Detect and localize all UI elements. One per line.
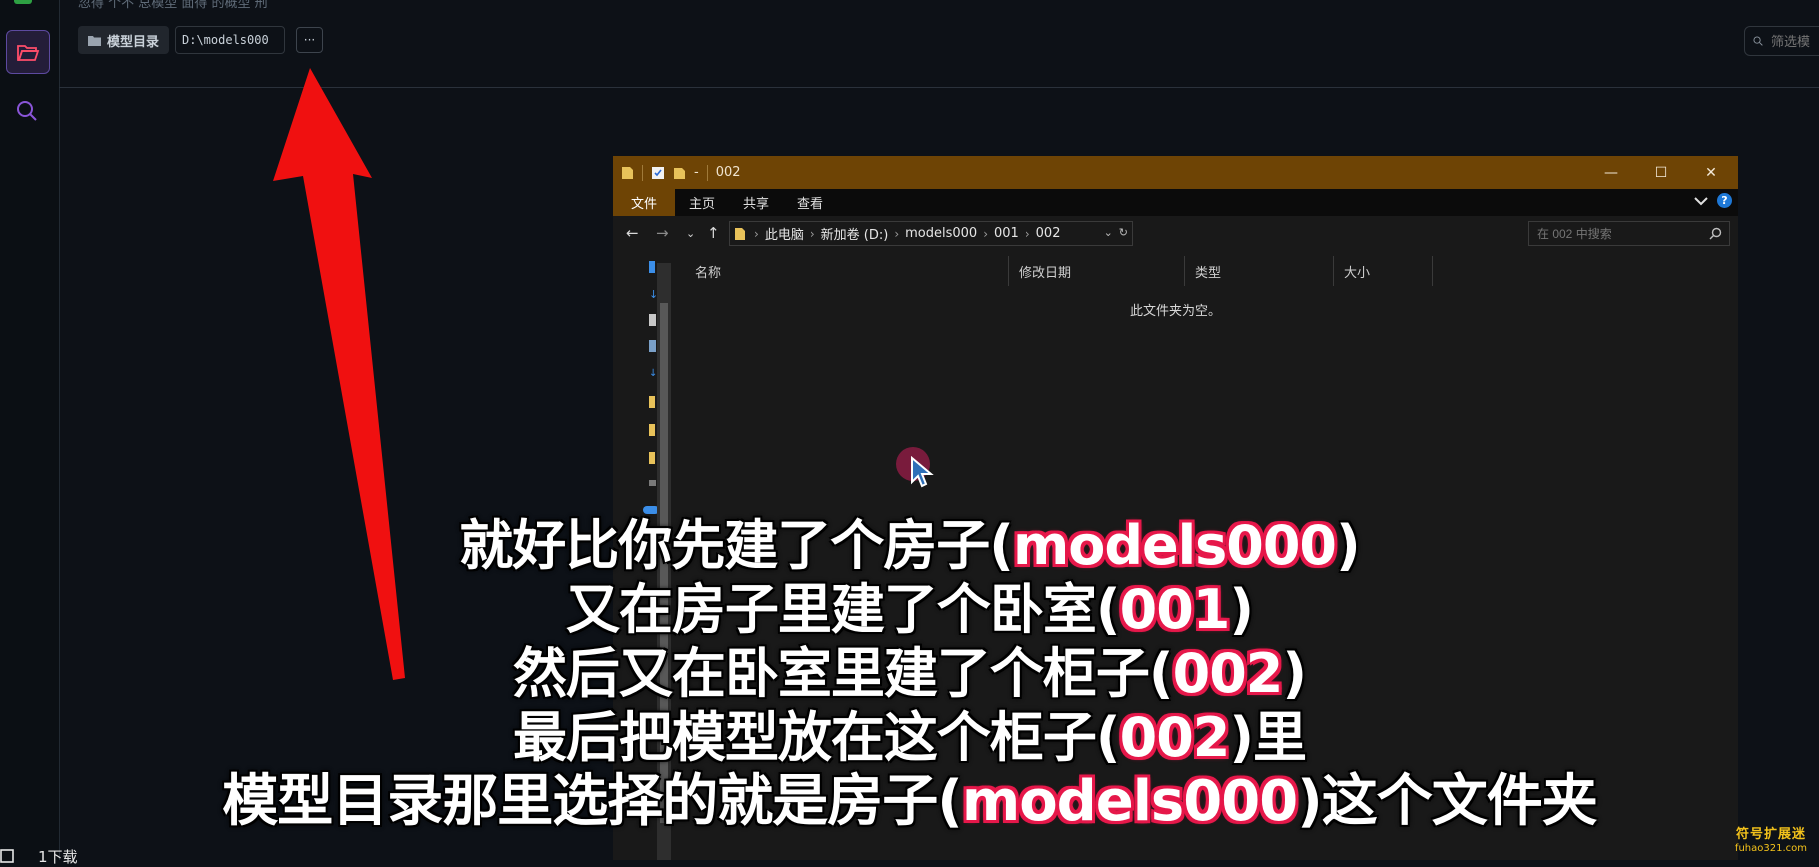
breadcrumb-this-pc[interactable]: 此电脑 [765, 224, 804, 243]
subtitle-highlight: models000 [962, 769, 1297, 834]
subtitle-highlight: 002 [1120, 706, 1230, 769]
bottom-status: 1下载 [0, 846, 78, 867]
subtitle-highlight: 001 [1120, 578, 1230, 641]
subtitle-text: 又在房子里建了个卧室( [566, 578, 1120, 641]
cursor-icon [910, 456, 936, 490]
folder-icon [88, 35, 101, 46]
subtitle-text: 然后又在卧室里建了个柜子( [513, 642, 1173, 705]
subtitle-text: ) [1336, 514, 1360, 577]
properties-icon[interactable] [651, 166, 665, 180]
subtitle-text: )这个文件夹 [1297, 769, 1597, 834]
watermark: 符号扩展迷 fuhao321.com [1735, 828, 1807, 856]
filter-search-box[interactable] [1744, 26, 1819, 56]
close-button[interactable]: ✕ [1686, 156, 1736, 189]
empty-folder-message: 此文件夹为空。 [613, 300, 1738, 319]
quick-access-toolbar: - [621, 165, 708, 181]
top-hint-text: 忽得 个不 总模型 面得 的概型 刑 [78, 0, 268, 11]
tab-home[interactable]: 主页 [675, 189, 729, 216]
column-size[interactable]: 大小 [1334, 256, 1433, 286]
picture-icon[interactable] [649, 340, 656, 352]
subtitle-highlight: 002 [1173, 642, 1283, 705]
explorer-search-input[interactable] [1535, 226, 1709, 242]
address-bar[interactable]: › 此电脑 › 新加卷 (D:) › models000 › 001 › 002… [729, 221, 1133, 246]
tab-share[interactable]: 共享 [729, 189, 783, 216]
forward-icon[interactable]: → [656, 224, 669, 242]
drive-icon[interactable] [649, 480, 656, 486]
model-dir-input[interactable] [175, 26, 285, 54]
model-dir-label: 模型目录 [78, 26, 169, 54]
subtitle-line: 然后又在卧室里建了个柜子(002) [0, 642, 1819, 706]
download-icon [0, 849, 16, 865]
folder-icon[interactable] [649, 396, 655, 408]
subtitle-text: ) [1282, 642, 1306, 705]
folder-icon[interactable] [649, 452, 655, 464]
subtitle-text: 就好比你先建了个房子( [459, 514, 1013, 577]
folder-icon [621, 166, 634, 180]
nav-item-icon[interactable] [649, 261, 655, 273]
model-dir-label-text: 模型目录 [107, 31, 159, 50]
search-icon [1753, 33, 1763, 49]
breadcrumb-models000[interactable]: models000 [905, 226, 977, 241]
folder-icon[interactable] [649, 424, 655, 436]
subtitle-text: ) [1229, 578, 1253, 641]
search-icon [1709, 227, 1722, 240]
subtitle-text: )里 [1229, 706, 1306, 769]
tab-file[interactable]: 文件 [613, 189, 675, 216]
subtitle-line: 模型目录那里选择的就是房子(models000)这个文件夹 [0, 770, 1819, 834]
column-name[interactable]: 名称 [685, 256, 1009, 286]
rail-indicator [14, 0, 32, 4]
column-headers: 名称 修改日期 类型 大小 [685, 256, 1735, 286]
column-type[interactable]: 类型 [1185, 256, 1334, 286]
minimize-button[interactable]: — [1586, 156, 1636, 189]
folder-nav-button[interactable] [6, 30, 50, 74]
filter-input[interactable] [1769, 33, 1819, 50]
up-icon[interactable]: ↑ [707, 224, 720, 242]
ribbon-tabs: 文件 主页 共享 查看 ? [613, 189, 1738, 216]
search-icon [15, 99, 39, 123]
folder-open-icon [16, 42, 40, 62]
help-icon[interactable]: ? [1717, 193, 1732, 208]
recent-chevron-icon[interactable]: ⌄ [686, 227, 695, 240]
folder-icon [734, 227, 746, 241]
refresh-icon[interactable]: ↻ [1119, 226, 1128, 239]
maximize-button[interactable]: ☐ [1636, 156, 1686, 189]
subtitle-line: 最后把模型放在这个柜子(002)里 [0, 706, 1819, 770]
subtitle-text: 最后把模型放在这个柜子( [513, 706, 1120, 769]
tab-view[interactable]: 查看 [783, 189, 837, 216]
subtitle-overlay: 就好比你先建了个房子(models000) 又在房子里建了个卧室(001) 然后… [0, 514, 1819, 834]
search-nav-button[interactable] [6, 90, 48, 132]
subtitle-line: 就好比你先建了个房子(models000) [0, 514, 1819, 578]
chevron-down-icon[interactable] [1693, 195, 1709, 207]
window-title: 002 [716, 165, 741, 180]
column-modified-date[interactable]: 修改日期 [1009, 256, 1185, 286]
explorer-title-bar: - 002 — ☐ ✕ [613, 156, 1738, 189]
subtitle-text: 模型目录那里选择的就是房子( [222, 769, 962, 834]
watermark-title: 符号扩展迷 [1735, 828, 1807, 842]
subtitle-highlight: models000 [1013, 514, 1336, 577]
explorer-search-box[interactable] [1528, 221, 1730, 246]
title-dash: - [694, 165, 699, 180]
subtitle-line: 又在房子里建了个卧室(001) [0, 578, 1819, 642]
new-folder-icon[interactable] [673, 166, 686, 180]
breadcrumb-drive[interactable]: 新加卷 (D:) [821, 224, 889, 243]
browse-more-button[interactable]: ··· [296, 27, 323, 53]
breadcrumb-001[interactable]: 001 [994, 226, 1019, 241]
back-icon[interactable]: ← [626, 224, 639, 242]
address-dropdown-icon[interactable]: ⌄ [1104, 226, 1113, 239]
watermark-url: fuhao321.com [1735, 842, 1807, 856]
breadcrumb-002[interactable]: 002 [1036, 226, 1061, 241]
bottom-status-text: 1下载 [38, 846, 78, 867]
